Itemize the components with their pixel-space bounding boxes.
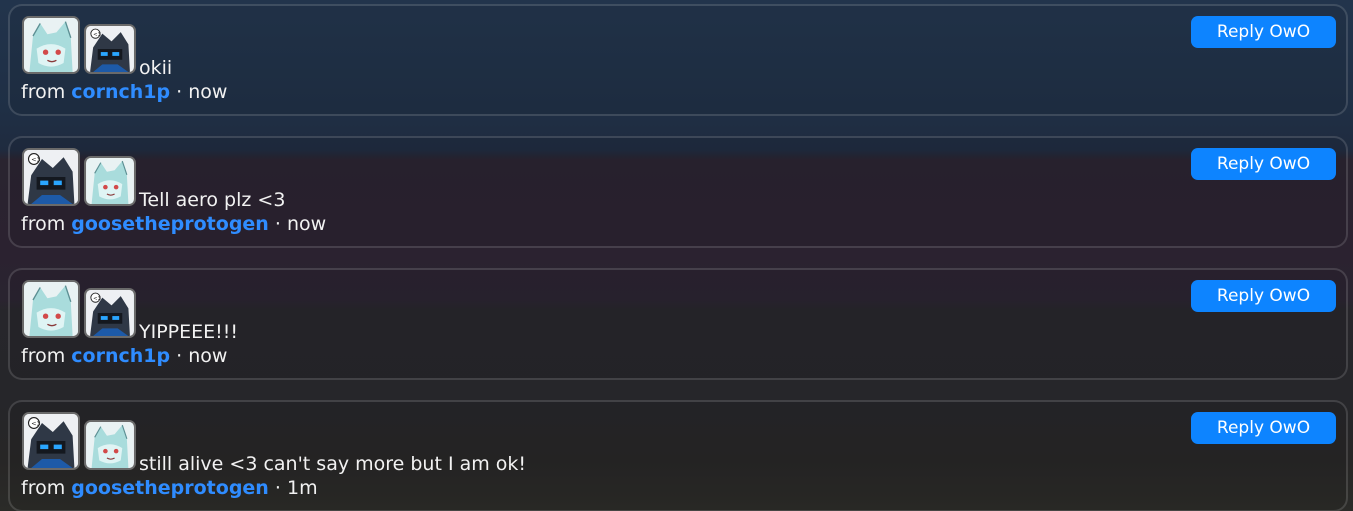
- meta-separator: ·: [274, 477, 281, 499]
- dark-character-avatar-icon: [24, 414, 78, 468]
- recipient-avatar[interactable]: [84, 288, 136, 338]
- from-label: from: [21, 345, 66, 367]
- from-label: from: [21, 477, 66, 499]
- teal-character-avatar-icon: [86, 422, 134, 468]
- dark-character-avatar-icon: [86, 26, 134, 72]
- sender-username-link[interactable]: cornch1p: [71, 81, 170, 103]
- sender-username-link[interactable]: cornch1p: [71, 345, 170, 367]
- meta-separator: ·: [176, 81, 183, 103]
- sender-avatar[interactable]: [22, 16, 80, 74]
- message-meta: from cornch1p · now: [21, 80, 227, 104]
- recipient-avatar[interactable]: [84, 24, 136, 74]
- message-text: okii: [139, 57, 173, 79]
- message-meta: from cornch1p · now: [21, 344, 227, 368]
- message-time: now: [188, 345, 228, 367]
- dark-character-avatar-icon: [86, 290, 134, 336]
- dark-character-avatar-icon: [24, 150, 78, 204]
- sender-avatar[interactable]: [22, 280, 80, 338]
- message-text: still alive <3 can't say more but I am o…: [139, 453, 527, 475]
- teal-character-avatar-icon: [24, 18, 78, 72]
- from-label: from: [21, 81, 66, 103]
- message-time: now: [188, 81, 228, 103]
- reply-button[interactable]: Reply OwO: [1191, 280, 1336, 312]
- reply-button[interactable]: Reply OwO: [1191, 16, 1336, 48]
- message-text: YIPPEEE!!!: [139, 321, 238, 343]
- message-card: still alive <3 can't say more but I am o…: [8, 400, 1348, 511]
- message-card: YIPPEEE!!! from cornch1p · now Reply OwO: [8, 268, 1348, 380]
- from-label: from: [21, 213, 66, 235]
- sender-username-link[interactable]: goosetheprotogen: [71, 213, 269, 235]
- sender-avatar[interactable]: [22, 412, 80, 470]
- sender-username-link[interactable]: goosetheprotogen: [71, 477, 269, 499]
- message-time: now: [286, 213, 327, 235]
- reply-button[interactable]: Reply OwO: [1191, 148, 1336, 180]
- message-time: 1m: [286, 477, 318, 499]
- teal-character-avatar-icon: [86, 158, 134, 204]
- message-meta: from goosetheprotogen · now: [21, 212, 326, 236]
- recipient-avatar[interactable]: [84, 156, 136, 206]
- message-card: okii from cornch1p · now Reply OwO: [8, 4, 1348, 116]
- message-card: Tell aero plz <3 from goosetheprotogen ·…: [8, 136, 1348, 248]
- message-text: Tell aero plz <3: [139, 189, 286, 211]
- meta-separator: ·: [176, 345, 183, 367]
- meta-separator: ·: [274, 213, 281, 235]
- teal-character-avatar-icon: [24, 282, 78, 336]
- recipient-avatar[interactable]: [84, 420, 136, 470]
- sender-avatar[interactable]: [22, 148, 80, 206]
- reply-button[interactable]: Reply OwO: [1191, 412, 1336, 444]
- message-meta: from goosetheprotogen · 1m: [21, 476, 318, 500]
- message-feed: okii from cornch1p · now Reply OwO Tell …: [8, 4, 1348, 511]
